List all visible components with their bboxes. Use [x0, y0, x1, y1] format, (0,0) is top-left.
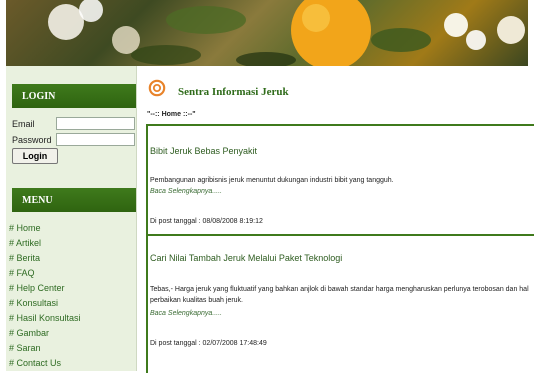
menu-heading-text: MENU — [22, 195, 53, 206]
menu-item-saran[interactable]: # Saran — [9, 341, 81, 356]
menu-item-home[interactable]: # Home — [9, 221, 81, 236]
menu-item-faq[interactable]: # FAQ — [9, 266, 81, 281]
read-more-link[interactable]: Baca Selengkapnya..... — [150, 188, 222, 195]
post-date: Di post tanggal : 02/07/2008 17:48:49 — [150, 340, 267, 347]
header-banner — [6, 0, 528, 66]
menu-item-help-center[interactable]: # Help Center — [9, 281, 81, 296]
login-button[interactable]: Login — [12, 148, 58, 164]
login-heading-text: LOGIN — [22, 91, 56, 102]
read-more-link[interactable]: Baca Selengkapnya..... — [150, 310, 222, 317]
article-title[interactable]: Bibit Jeruk Bebas Penyakit — [150, 146, 257, 156]
site-title: Sentra Informasi Jeruk — [178, 86, 289, 98]
post-date: Di post tanggal : 08/08/2008 8:19:12 — [150, 218, 263, 225]
menu-item-konsultasi[interactable]: # Konsultasi — [9, 296, 81, 311]
article-list: Bibit Jeruk Bebas Penyakit Pembangunan a… — [146, 124, 534, 373]
menu-heading: MENU — [12, 188, 136, 212]
menu-item-contact-us[interactable]: # Contact Us — [9, 356, 81, 371]
article-excerpt: Tebas,- Harga jeruk yang fluktuatif yang… — [150, 286, 529, 304]
main-content: Sentra Informasi Jeruk "--:: Home ::--" … — [140, 66, 534, 373]
menu-item-hasil-konsultasi[interactable]: # Hasil Konsultasi — [9, 311, 81, 326]
password-field[interactable] — [56, 133, 135, 146]
email-field[interactable] — [56, 117, 135, 130]
menu-item-berita[interactable]: # Berita — [9, 251, 81, 266]
article-title[interactable]: Cari Nilai Tambah Jeruk Melalui Paket Te… — [150, 253, 342, 263]
password-label: Password — [12, 135, 52, 145]
email-label: Email — [12, 119, 35, 129]
nav-menu: # Home # Artikel # Berita # FAQ # Help C… — [9, 221, 81, 371]
menu-item-artikel[interactable]: # Artikel — [9, 236, 81, 251]
swirl-logo-icon — [148, 79, 166, 97]
article-item: Bibit Jeruk Bebas Penyakit Pembangunan a… — [148, 126, 534, 232]
sidebar: LOGIN Email Password Login MENU # Home #… — [6, 66, 137, 371]
menu-item-gambar[interactable]: # Gambar — [9, 326, 81, 341]
login-heading: LOGIN — [12, 84, 136, 108]
orange-blossom-photo — [48, 0, 525, 66]
breadcrumb: "--:: Home ::--" — [147, 111, 196, 118]
article-item: Cari Nilai Tambah Jeruk Melalui Paket Te… — [148, 234, 534, 375]
article-excerpt: Pembangunan agribisnis jeruk menuntut du… — [150, 177, 394, 184]
